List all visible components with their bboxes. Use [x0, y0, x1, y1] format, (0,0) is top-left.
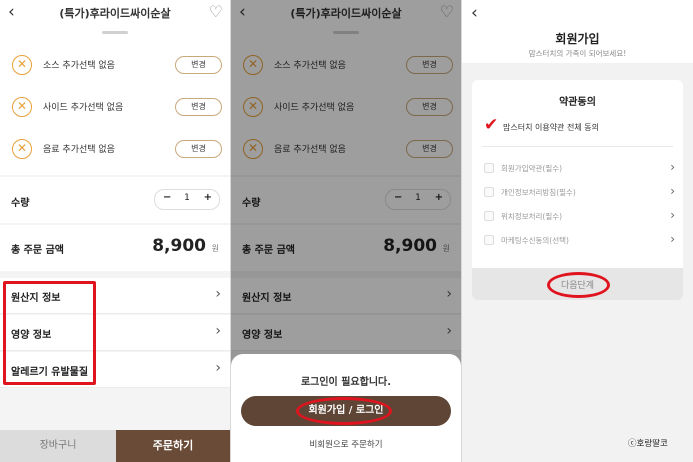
- product-options-screen: ‹ (특가)후라이드싸이순살 ♡ ✕ 소스 추가선택 없음 변경 ✕ 사이드 추…: [0, 0, 230, 462]
- chevron-right-icon[interactable]: ›: [670, 232, 675, 246]
- chevron-right-icon[interactable]: ›: [670, 160, 675, 174]
- checkbox[interactable]: [484, 235, 494, 245]
- highlight-box: [3, 281, 96, 385]
- terms-title: 약관동의: [559, 97, 596, 108]
- chevron-right-icon[interactable]: ›: [670, 208, 675, 222]
- change-button[interactable]: 변경: [175, 98, 222, 116]
- signup-screen: ‹ 회원가입 맘스터치의 가족이 되어보세요! 약관동의 ✔ 맘스터치 이용약관…: [462, 0, 693, 462]
- chevron-right-icon: ›: [215, 286, 221, 302]
- currency-unit: 원: [211, 244, 219, 253]
- sheet-handle[interactable]: [102, 31, 128, 34]
- order-button[interactable]: 주문하기: [116, 430, 230, 462]
- option-label: 사이드 추가선택 없음: [43, 103, 124, 113]
- option-row-side: ✕ 사이드 추가선택 없음 변경: [0, 89, 230, 125]
- close-circle-icon: ✕: [12, 55, 32, 75]
- login-required-screen: ‹ (특가)후라이드싸이순살 ♡ ✕ 소스 추가선택 없음 변경 ✕ 사이드 추…: [231, 0, 461, 462]
- watermark: ⓒ호랑딸코: [628, 439, 668, 449]
- checkbox[interactable]: [484, 163, 494, 173]
- option-row-drink: ✕ 음료 추가선택 없음 변경: [0, 131, 230, 167]
- chevron-right-icon: ›: [215, 360, 221, 376]
- guest-order-link[interactable]: 비회원으로 주문하기: [231, 438, 461, 450]
- term-label: 마케팅수신동의(선택): [501, 236, 569, 245]
- term-item[interactable]: 위치정보처리(필수) ›: [472, 207, 683, 227]
- product-title: (특가)후라이드싸이순살: [59, 7, 171, 20]
- checkbox[interactable]: [484, 187, 494, 197]
- checkbox[interactable]: [484, 211, 494, 221]
- close-circle-icon: ✕: [12, 97, 32, 117]
- highlight-ring: [547, 272, 610, 298]
- page-subtitle: 맘스터치의 가족이 되어보세요!: [528, 49, 627, 58]
- login-modal: 로그인이 필요합니다. 회원가입 / 로그인 비회원으로 주문하기: [231, 354, 461, 462]
- change-button[interactable]: 변경: [175, 56, 222, 74]
- chevron-right-icon: ›: [215, 323, 221, 339]
- option-row-sauce: ✕ 소스 추가선택 없음 변경: [0, 47, 230, 83]
- term-item[interactable]: 개인정보처리방침(필수) ›: [472, 183, 683, 203]
- chevron-right-icon[interactable]: ›: [670, 184, 675, 198]
- quantity-stepper: − 1 +: [154, 189, 220, 210]
- total-label: 총 주문 금액: [11, 245, 64, 256]
- highlight-ring: [296, 397, 392, 425]
- term-label: 위치정보처리(필수): [501, 212, 563, 221]
- agree-all-label[interactable]: 맘스터치 이용약관 전체 동의: [503, 122, 599, 133]
- quantity-label: 수량: [11, 198, 30, 209]
- term-label: 회원가입약관(필수): [501, 164, 563, 173]
- back-arrow-icon[interactable]: ‹: [471, 3, 478, 23]
- header: ‹ (특가)후라이드싸이순살 ♡: [0, 0, 230, 27]
- change-button[interactable]: 변경: [175, 140, 222, 158]
- login-message: 로그인이 필요합니다.: [300, 377, 392, 388]
- signup-page: ‹ 회원가입 맘스터치의 가족이 되어보세요! 약관동의 ✔ 맘스터치 이용약관…: [462, 0, 693, 462]
- page-title: 회원가입: [555, 32, 600, 46]
- plus-button[interactable]: +: [204, 192, 212, 203]
- option-label: 소스 추가선택 없음: [43, 61, 115, 71]
- quantity-row: 수량 − 1 +: [0, 177, 230, 223]
- term-label: 개인정보처리방침(필수): [501, 188, 576, 197]
- heart-icon[interactable]: ♡: [209, 2, 223, 22]
- divider: [482, 146, 673, 147]
- options-sheet: ✕ 소스 추가선택 없음 변경 ✕ 사이드 추가선택 없음 변경 ✕ 음료 추가…: [0, 27, 230, 175]
- total-row: 총 주문 금액 8,900 원: [0, 225, 230, 271]
- cart-button[interactable]: 장바구니: [0, 430, 116, 462]
- term-item[interactable]: 회원가입약관(필수) ›: [472, 159, 683, 179]
- term-item[interactable]: 마케팅수신동의(선택) ›: [472, 231, 683, 251]
- terms-card: 약관동의 ✔ 맘스터치 이용약관 전체 동의 회원가입약관(필수) › 개인정보…: [472, 80, 683, 298]
- total-amount: 8,900: [152, 236, 206, 256]
- checkmark-icon[interactable]: ✔: [484, 116, 498, 134]
- option-label: 음료 추가선택 없음: [43, 145, 115, 155]
- close-circle-icon: ✕: [12, 139, 32, 159]
